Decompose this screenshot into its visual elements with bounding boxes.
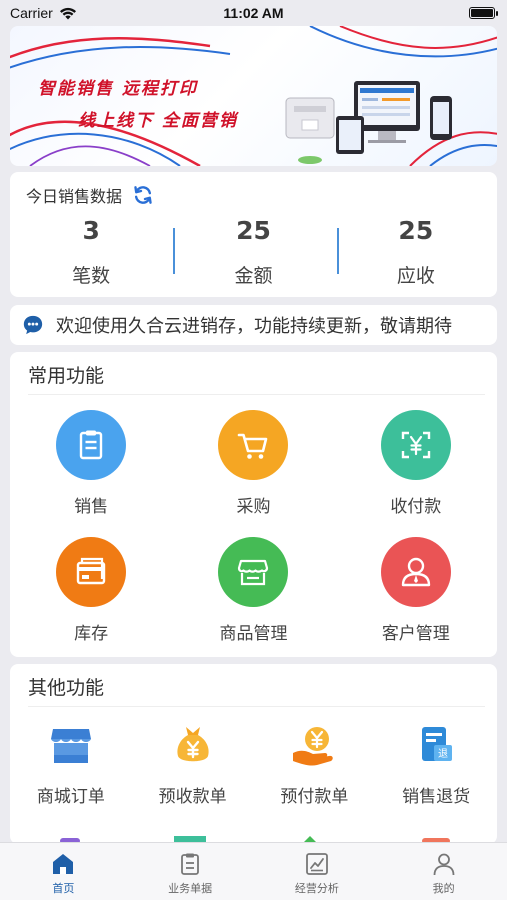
tab-label: 经营分析 [294, 882, 339, 895]
inventory-icon [56, 537, 127, 607]
sales-divider [173, 228, 175, 274]
sales-header: 今日销售数据 [26, 183, 154, 207]
store-icon [218, 537, 289, 607]
function-label: 预收款单 [158, 787, 227, 807]
return-doc-icon: 退 [413, 722, 459, 768]
hand-yen-icon [291, 722, 337, 768]
yen-scan-icon [380, 410, 451, 480]
common-functions-card: 常用功能 销售 采购 收付款 库存 商品管理 客户管理 [10, 352, 497, 657]
function-label: 预付款单 [280, 787, 349, 807]
document-icon [181, 853, 200, 875]
function-mall-orders[interactable]: 商城订单 [10, 722, 132, 807]
common-functions-grid: 销售 采购 收付款 库存 商品管理 客户管理 [10, 410, 497, 644]
function-label: 客户管理 [381, 624, 450, 644]
tab-label: 业务单据 [168, 882, 213, 895]
sales-receivable-label: 应收 [396, 265, 435, 287]
function-purchase[interactable]: 采购 [172, 410, 334, 517]
person-icon [433, 853, 455, 876]
shop-icon [48, 722, 94, 768]
cart-icon [218, 410, 289, 480]
carrier-label: Carrier [10, 5, 53, 21]
tab-label: 我的 [432, 882, 455, 895]
notice-bar[interactable]: 欢迎使用久合云进销存，功能持续更新，敬请期待 [10, 305, 497, 345]
other-functions-grid: 商城订单 预收款单 预付款单 退 销售退货 [10, 722, 497, 807]
sales-amount-value: 25 [236, 216, 271, 245]
tab-label: 首页 [52, 882, 75, 895]
notice-text: 欢迎使用久合云进销存，功能持续更新，敬请期待 [56, 316, 452, 337]
sales-count-value: 3 [82, 216, 100, 245]
clipboard-icon [56, 410, 127, 480]
tab-home[interactable]: 首页 [0, 843, 127, 900]
sales-stats: 3 笔数 25 金额 25 应收 [10, 216, 497, 288]
svg-text:退: 退 [438, 748, 448, 760]
tab-business-analysis[interactable]: 经营分析 [254, 843, 381, 900]
sales-stat-amount[interactable]: 25 金额 [172, 216, 334, 288]
function-label: 销售 [74, 497, 109, 517]
function-label: 采购 [236, 497, 271, 517]
function-inventory[interactable]: 库存 [10, 537, 172, 644]
user-icon [380, 537, 451, 607]
section-title: 常用功能 [28, 365, 105, 387]
refresh-icon[interactable] [132, 184, 154, 206]
sales-count-label: 笔数 [72, 265, 111, 287]
section-divider [28, 394, 485, 395]
sales-stat-receivable[interactable]: 25 应收 [335, 216, 497, 288]
function-label: 库存 [74, 624, 109, 644]
status-left: Carrier [10, 5, 77, 21]
tab-mine[interactable]: 我的 [380, 843, 507, 900]
tab-business-documents[interactable]: 业务单据 [127, 843, 254, 900]
function-advance-receipts[interactable]: 预收款单 [132, 722, 254, 807]
function-sales[interactable]: 销售 [10, 410, 172, 517]
status-bar: Carrier 11:02 AM [0, 0, 507, 26]
function-label: 商品管理 [219, 624, 288, 644]
function-label: 商城订单 [36, 787, 105, 807]
chart-icon [305, 853, 328, 875]
today-sales-card: 今日销售数据 3 笔数 25 金额 25 应收 [10, 172, 497, 297]
banner-slogan-2: 线上线下 全面营销 [78, 111, 238, 131]
bottom-tab-bar: 首页 业务单据 经营分析 我的 [0, 842, 507, 900]
function-sales-returns[interactable]: 退 销售退货 [375, 722, 497, 807]
sales-divider [337, 228, 339, 274]
battery-icon [469, 7, 498, 19]
function-prepayments[interactable]: 预付款单 [254, 722, 376, 807]
section-divider [28, 706, 485, 707]
function-customer-management[interactable]: 客户管理 [335, 537, 497, 644]
wifi-icon [59, 7, 76, 19]
function-product-management[interactable]: 商品管理 [172, 537, 334, 644]
function-payments[interactable]: 收付款 [335, 410, 497, 517]
section-title: 其他功能 [28, 677, 105, 699]
banner-slogan-1: 智能销售 远程打印 [38, 79, 198, 99]
message-bubble-icon [23, 315, 43, 335]
promo-banner[interactable]: 智能销售 远程打印 线上线下 全面营销 [10, 26, 497, 166]
sales-title: 今日销售数据 [26, 187, 123, 206]
function-label: 收付款 [390, 497, 442, 517]
other-functions-card: 其他功能 商城订单 预收款单 预付款单 退 销售退货 [10, 664, 497, 844]
money-bag-icon [170, 722, 216, 768]
function-label: 销售退货 [402, 787, 471, 807]
sales-stat-count[interactable]: 3 笔数 [10, 216, 172, 288]
sales-amount-label: 金额 [234, 265, 273, 287]
sales-receivable-value: 25 [398, 216, 434, 245]
home-icon [53, 854, 74, 874]
